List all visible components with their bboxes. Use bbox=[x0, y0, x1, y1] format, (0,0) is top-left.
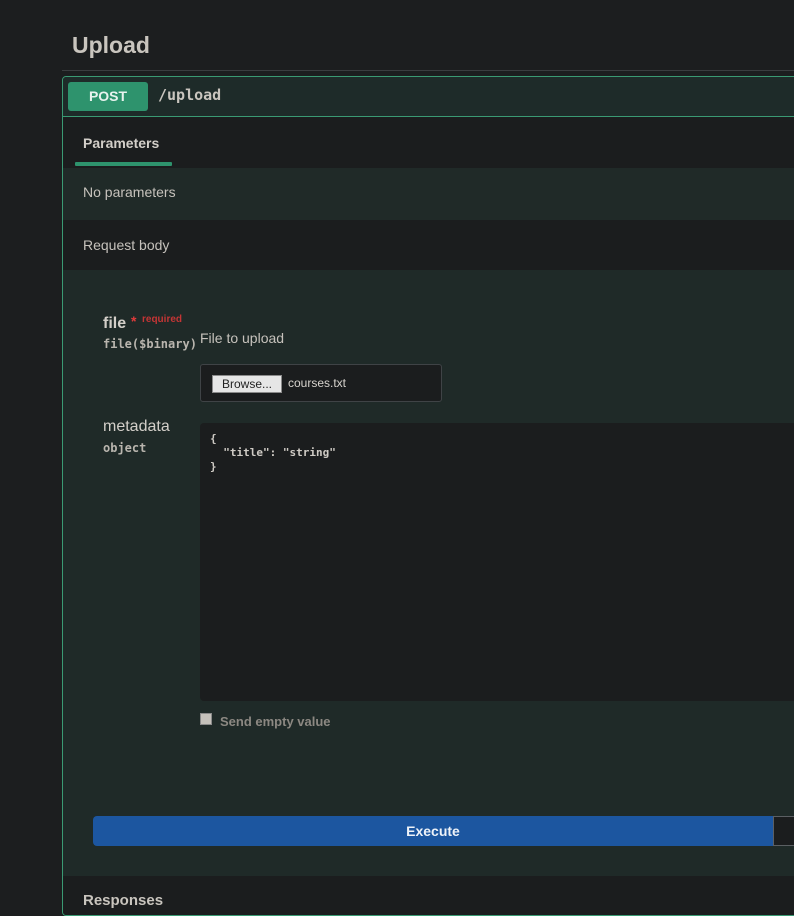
tab-parameters[interactable]: Parameters bbox=[83, 135, 159, 151]
method-badge: POST bbox=[68, 82, 148, 111]
operation-summary[interactable]: POST /upload bbox=[63, 77, 794, 117]
file-input[interactable]: Browse... courses.txt bbox=[200, 364, 442, 402]
request-body-header bbox=[63, 220, 794, 270]
section-divider bbox=[62, 70, 794, 71]
file-field-description: File to upload bbox=[200, 330, 285, 346]
json-line: } bbox=[210, 460, 217, 473]
operation-block: POST /upload Parameters No parameters Re… bbox=[62, 76, 794, 916]
json-line: { bbox=[210, 432, 217, 445]
no-parameters-text: No parameters bbox=[83, 184, 176, 200]
required-label: required bbox=[142, 314, 183, 325]
clear-button[interactable] bbox=[773, 816, 794, 846]
responses-label: Responses bbox=[83, 892, 164, 909]
required-star: * bbox=[131, 313, 137, 329]
operation-path: /upload bbox=[158, 86, 222, 104]
responses-header bbox=[63, 876, 794, 915]
browse-button[interactable]: Browse... bbox=[212, 375, 282, 393]
send-empty-label: Send empty value bbox=[220, 714, 331, 729]
tab-active-indicator bbox=[75, 162, 172, 166]
section-title[interactable]: Upload bbox=[72, 32, 150, 59]
send-empty-checkbox[interactable] bbox=[200, 713, 212, 725]
chosen-file-name: courses.txt bbox=[288, 376, 347, 390]
metadata-field-name: metadata bbox=[103, 418, 170, 435]
execute-button[interactable]: Execute bbox=[93, 816, 773, 846]
file-field-type: file($binary) bbox=[103, 337, 197, 351]
request-body-label: Request body bbox=[83, 237, 170, 253]
json-line: "title": "string" bbox=[210, 446, 336, 459]
parameters-tab-header bbox=[63, 117, 794, 168]
metadata-field-type: object bbox=[103, 441, 147, 455]
file-field-name: file bbox=[103, 315, 127, 332]
metadata-json-editor[interactable]: { "title": "string" } bbox=[200, 423, 794, 701]
